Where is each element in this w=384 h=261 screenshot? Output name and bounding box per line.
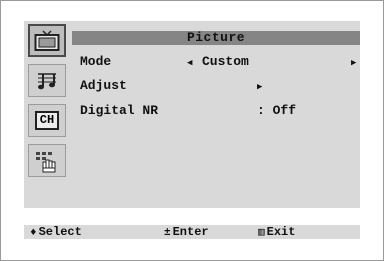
osd-panel [24, 21, 360, 208]
enter-icon: ± [164, 227, 171, 239]
mode-value: Custom [202, 54, 249, 69]
menu-title: Picture [72, 31, 360, 45]
adjust-label: Adjust [80, 78, 127, 93]
enter-hint: ± Enter [164, 225, 209, 240]
sound-menu-tab[interactable] [28, 64, 66, 97]
mode-label: Mode [80, 54, 112, 69]
menu-row-adjust[interactable]: Adjust [80, 78, 127, 94]
mode-left-arrow-icon[interactable]: ◀ [187, 55, 192, 71]
mode-right-arrow-icon[interactable]: ▶ [351, 55, 356, 71]
enter-label: Enter [172, 225, 209, 239]
menu-sidebar: CH [28, 24, 68, 184]
exit-hint: ▥ Exit [258, 225, 295, 240]
adjust-right-arrow-icon[interactable]: ▶ [257, 79, 262, 95]
tv-icon [34, 29, 60, 51]
digital-nr-value: : Off [257, 103, 297, 118]
menu-row-digital-nr[interactable]: Digital NR [80, 103, 158, 119]
picture-menu-tab[interactable] [28, 24, 66, 57]
exit-label: Exit [266, 225, 296, 239]
menu-exit-icon: ▥ [258, 227, 265, 239]
select-updown-icon: ♦ [30, 227, 37, 239]
select-hint: ♦ Select [30, 225, 82, 240]
setup-menu-tab[interactable] [28, 144, 66, 177]
menu-row-mode[interactable]: Mode [80, 54, 111, 70]
digital-nr-label: Digital NR [80, 103, 159, 118]
select-label: Select [38, 225, 82, 239]
setup-hand-icon [36, 151, 56, 172]
channel-menu-tab[interactable]: CH [28, 104, 66, 137]
channel-icon: CH [34, 111, 60, 130]
music-note-icon [38, 72, 56, 89]
key-guide: ♦ Select ± Enter ▥ Exit [24, 225, 360, 239]
